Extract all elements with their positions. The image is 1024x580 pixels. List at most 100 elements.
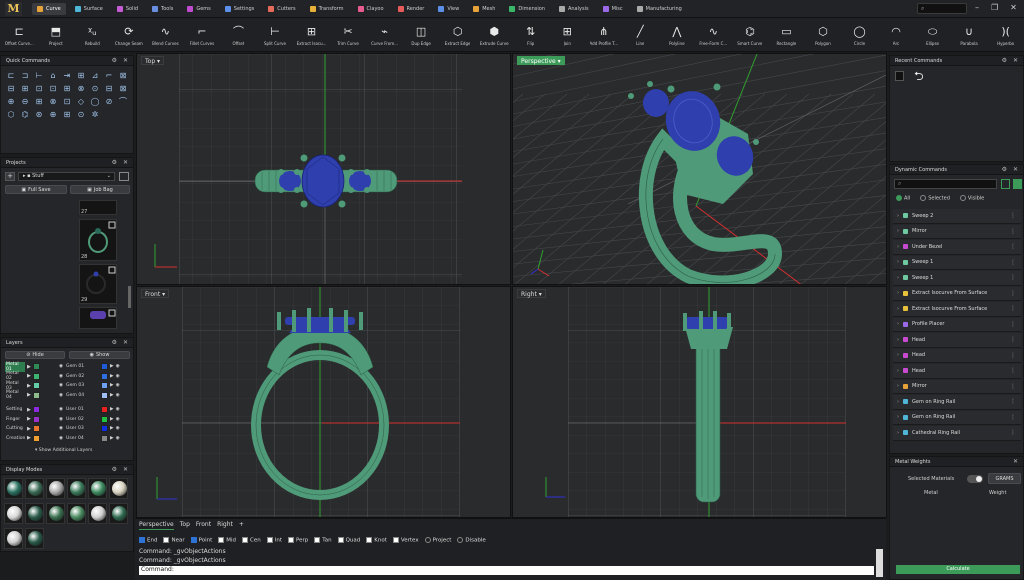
full-save-button[interactable]: ▣ Full Save: [5, 185, 67, 194]
display-mode-icon[interactable]: [4, 478, 23, 499]
quick-command-icon[interactable]: ⊏: [5, 71, 17, 81]
layer-color-swatch[interactable]: [101, 406, 109, 414]
tab-clayoo[interactable]: Clayoo: [353, 3, 389, 15]
add-project-button[interactable]: +: [5, 172, 15, 181]
expand-icon[interactable]: ▶: [27, 383, 31, 389]
quick-command-icon[interactable]: ⊠: [117, 71, 129, 81]
more-icon[interactable]: ⋮: [1010, 243, 1016, 250]
chevron-right-icon[interactable]: ›: [897, 213, 899, 219]
tab-manufacturing[interactable]: Manufacturing: [632, 3, 687, 15]
viewport-top[interactable]: Top ▾: [136, 53, 511, 285]
tool-button[interactable]: ⊢ Split Curve: [257, 18, 294, 52]
tool-button[interactable]: ⌒ Offset: [220, 18, 257, 52]
projects-scrollbar[interactable]: [128, 286, 131, 308]
tool-button[interactable]: ⋀ Polyline: [659, 18, 696, 52]
more-icon[interactable]: ⋮: [1010, 367, 1016, 374]
quick-command-icon[interactable]: ⊟: [5, 84, 17, 94]
quick-command-icon[interactable]: ⊐: [19, 71, 31, 81]
tool-button[interactable]: ⌬ Smart Curve: [732, 18, 769, 52]
tool-button[interactable]: ⬡ Polygon: [805, 18, 842, 52]
project-thumbnail[interactable]: 29: [79, 264, 117, 304]
expand-icon[interactable]: ▶: [110, 436, 114, 441]
viewport-label-top[interactable]: Top ▾: [141, 56, 165, 65]
eye-icon[interactable]: ◉: [116, 364, 120, 369]
eye-icon[interactable]: ◉: [59, 436, 63, 441]
tool-button[interactable]: ⬭ Ellipse: [914, 18, 951, 52]
viewport-label-front[interactable]: Front ▾: [141, 289, 170, 298]
dynamic-command-item[interactable]: › Extract Isocurve From Surface ⋮: [893, 302, 1021, 317]
viewport-perspective[interactable]: Perspective ▾: [512, 53, 887, 285]
display-mode-icon[interactable]: [109, 478, 128, 499]
more-icon[interactable]: ⋮: [1010, 336, 1016, 343]
tool-button[interactable]: ∪ Parabola: [951, 18, 988, 52]
layer-row[interactable]: ◉ Gem 02 ▶ ◉: [59, 372, 131, 382]
chevron-right-icon[interactable]: ›: [897, 259, 899, 265]
viewport-front[interactable]: Front ▾: [136, 286, 511, 518]
dynamic-command-item[interactable]: › Head ⋮: [893, 364, 1021, 379]
close-icon[interactable]: ✕: [1013, 458, 1018, 465]
layer-row[interactable]: Metal 02 ▶: [5, 371, 65, 381]
show-layers-button[interactable]: ◉ Show: [69, 351, 130, 359]
more-icon[interactable]: ⋮: [1010, 429, 1016, 436]
close-icon[interactable]: ✕: [1010, 3, 1017, 12]
expand-icon[interactable]: ▶: [110, 426, 114, 431]
close-icon[interactable]: ✕: [1013, 57, 1018, 64]
dynamic-command-item[interactable]: › Gem on Ring Rail ⋮: [893, 410, 1021, 425]
tool-button[interactable]: ╱ Line: [622, 18, 659, 52]
quick-command-icon[interactable]: ⌒: [117, 97, 129, 107]
eye-icon[interactable]: ◉: [116, 436, 120, 441]
eye-icon[interactable]: ◉: [59, 393, 63, 398]
quick-command-icon[interactable]: ⊕: [5, 97, 17, 107]
quick-command-icon[interactable]: ⇥: [61, 71, 73, 81]
selected-materials-toggle[interactable]: [967, 475, 983, 483]
expand-icon[interactable]: ▶: [27, 426, 31, 432]
expand-icon[interactable]: ▶: [27, 407, 31, 413]
settings-icon[interactable]: ⚙: [1002, 166, 1007, 173]
command-input[interactable]: Command:: [139, 566, 874, 575]
tool-button[interactable]: ▭ Rectangle: [768, 18, 805, 52]
expand-icon[interactable]: ▶: [27, 364, 31, 370]
chevron-right-icon[interactable]: ›: [897, 337, 899, 343]
tab-mesh[interactable]: Mesh: [468, 3, 500, 15]
settings-icon[interactable]: ⚙: [112, 466, 117, 473]
viewport-tab[interactable]: Right: [217, 521, 233, 530]
quick-command-icon[interactable]: ⊙: [75, 110, 87, 120]
display-mode-icon[interactable]: [88, 478, 107, 499]
layer-color-swatch[interactable]: [101, 372, 109, 380]
quick-command-icon[interactable]: ⌬: [19, 110, 31, 120]
quick-command-icon[interactable]: ⊞: [19, 84, 31, 94]
more-icon[interactable]: ⋮: [1010, 414, 1016, 421]
display-mode-icon[interactable]: [88, 503, 107, 524]
close-icon[interactable]: ✕: [123, 339, 128, 346]
tool-button[interactable]: ✂ Trim Curve: [330, 18, 367, 52]
viewport-label-perspective[interactable]: Perspective ▾: [517, 56, 565, 65]
tab-tools[interactable]: Tools: [147, 3, 178, 15]
snap-end[interactable]: End: [139, 537, 157, 544]
add-viewport-icon[interactable]: +: [239, 521, 244, 530]
chevron-right-icon[interactable]: ›: [897, 399, 899, 405]
layer-color-swatch[interactable]: [32, 406, 40, 414]
quick-command-icon[interactable]: ⊛: [33, 110, 45, 120]
layer-row[interactable]: ◉ Gem 01 ▶ ◉: [59, 362, 131, 372]
viewport-right[interactable]: Right ▾: [512, 286, 887, 518]
eye-icon[interactable]: ◉: [116, 426, 120, 431]
more-icon[interactable]: ⋮: [1010, 290, 1016, 297]
eye-icon[interactable]: ◉: [116, 383, 120, 388]
terminal-icon[interactable]: [895, 71, 904, 81]
chevron-right-icon[interactable]: ›: [897, 430, 899, 436]
quick-command-icon[interactable]: ◯: [89, 97, 101, 107]
project-thumbnail[interactable]: [79, 307, 117, 329]
expand-icon[interactable]: [1013, 179, 1022, 189]
more-icon[interactable]: ⋮: [1010, 212, 1016, 219]
tool-button[interactable]: ᵡᵤ Rebuild: [74, 18, 111, 52]
more-icon[interactable]: ⋮: [1010, 321, 1016, 328]
layer-row[interactable]: Creation ▶: [5, 434, 65, 444]
tab-analysis[interactable]: Analysis: [554, 3, 594, 15]
viewport-tab[interactable]: Perspective: [139, 521, 174, 530]
dynamic-search-input[interactable]: ⌕: [894, 179, 997, 189]
display-mode-icon[interactable]: [4, 528, 23, 549]
layer-row[interactable]: ◉ User 03 ▶ ◉: [59, 424, 131, 434]
viewport-tab[interactable]: Front: [196, 521, 211, 530]
command-scrollbar[interactable]: [876, 549, 883, 577]
folder-open-icon[interactable]: [119, 172, 129, 181]
